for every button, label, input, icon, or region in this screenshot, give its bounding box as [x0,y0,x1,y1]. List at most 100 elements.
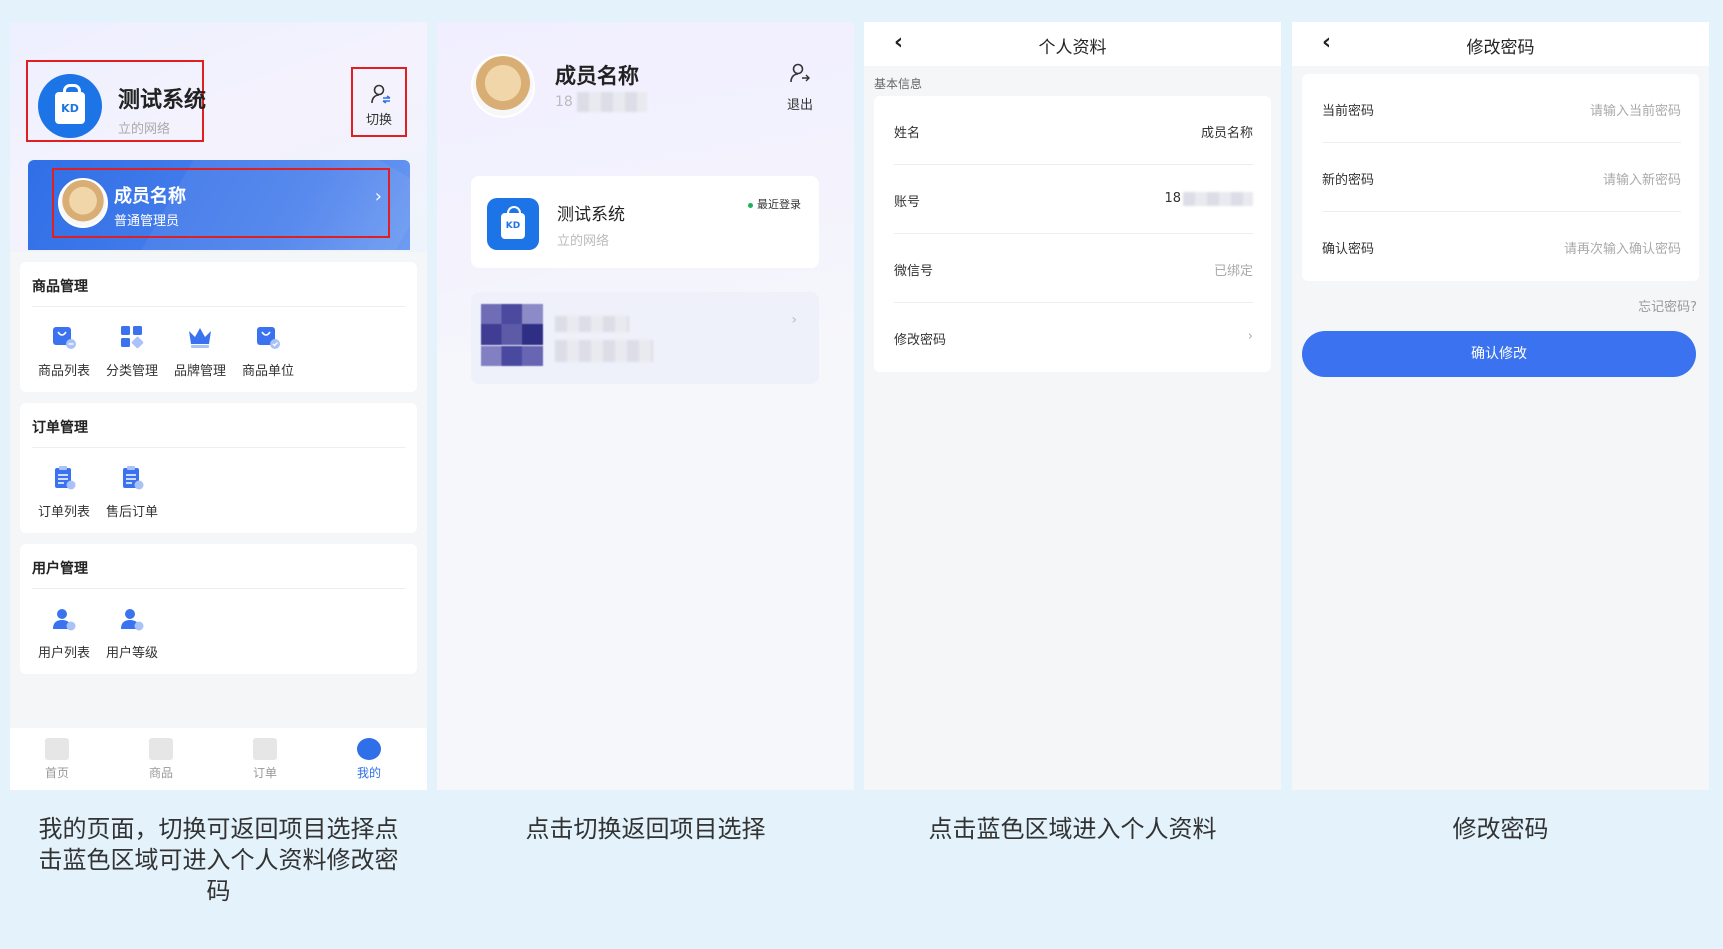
project-subtitle-blurred [555,340,653,362]
nav-bar: ‹ 个人资料 [864,22,1281,66]
password-form: 当前密码 请输入当前密码 新的密码 请输入新密码 确认密码 请再次输入确认密码 [1302,74,1699,281]
system-info[interactable]: KD 测试系统 立的网络 [26,60,207,142]
logout-icon[interactable] [789,62,811,84]
row-current-password[interactable]: 当前密码 请输入当前密码 [1322,74,1681,143]
tab-home[interactable]: 首页 [22,738,92,781]
new-password-input[interactable]: 请输入新密码 [1603,169,1681,188]
row-account: 账号 18 [894,165,1253,234]
member-name: 成员名称 [114,186,186,207]
row-confirm-password[interactable]: 确认密码 请再次输入确认密码 [1322,212,1681,281]
grid-label: 分类管理 [105,364,158,379]
caption-1: 我的页面，切换可返回项目选择点击蓝色区域可进入个人资料修改密码 [38,815,399,905]
screen-project-select: 成员名称 18 退出 KD 测试系统 立的网络 最近登录 › [437,22,854,790]
tab-orders[interactable]: 订单 [230,738,300,781]
tab-mine[interactable]: 我的 [334,738,404,781]
project-name-blurred [555,316,629,332]
grid-label: 用户列表 [37,646,90,661]
row-label: 当前密码 [1322,104,1375,119]
caption-2: 点击切换返回项目选择 [525,815,766,843]
after-sales-icon [123,466,144,490]
chevron-right-icon: › [1247,329,1253,344]
row-label: 账号 [894,195,921,210]
goods-list-icon [53,327,76,349]
clipboard-icon [253,738,277,760]
grid-item-unit[interactable]: 商品单位 [234,324,302,379]
current-password-input[interactable]: 请输入当前密码 [1590,100,1681,119]
section-title: 用户管理 [32,561,88,577]
section-orders: 订单管理 订单列表 售后订单 [20,403,417,533]
project-card-blurred[interactable]: › [471,292,819,384]
grid-item-user-level[interactable]: 用户等级 [98,606,166,661]
chevron-right-icon: › [791,312,797,328]
member-name: 成员名称 [555,64,639,88]
row-label: 姓名 [894,126,921,141]
system-logo-icon: KD [38,74,102,138]
section-users: 用户管理 用户列表 用户等级 [20,544,417,674]
row-new-password[interactable]: 新的密码 请输入新密码 [1322,143,1681,212]
forgot-password-link[interactable]: 忘记密码? [1638,296,1697,315]
member-role: 普通管理员 [114,214,180,229]
grid-item-user-list[interactable]: 用户列表 [30,606,98,661]
project-name: 测试系统 [557,205,625,225]
system-subtitle: 立的网络 [118,122,171,137]
grid-label: 商品列表 [37,364,90,379]
user-switch-icon [371,84,391,104]
project-subtitle: 立的网络 [557,234,610,249]
goods-unit-icon [257,327,280,349]
system-logo-icon: KD [487,198,539,250]
switch-button[interactable]: 切换 [351,67,407,137]
system-name: 测试系统 [118,88,207,113]
screen-mine: KD 测试系统 立的网络 切换 成员名称 普通管理员 › 商品管理 商品列表 分… [10,22,427,790]
confirm-password-input[interactable]: 请再次输入确认密码 [1564,238,1681,257]
caption-4: 修改密码 [1452,815,1549,843]
confirm-button[interactable]: 确认修改 [1302,331,1696,377]
grid-item-brand[interactable]: 品牌管理 [166,324,234,379]
bag-icon [149,738,173,760]
profile-card: 姓名 成员名称 账号 18 微信号 已绑定 修改密码 › [874,96,1271,372]
grid-label: 品牌管理 [173,364,226,379]
grid-item-order-list[interactable]: 订单列表 [30,465,98,520]
project-card[interactable]: KD 测试系统 立的网络 最近登录 [471,176,819,268]
row-value: 成员名称 [1200,126,1253,141]
section-goods: 商品管理 商品列表 分类管理 品牌管理 商品单位 [20,262,417,392]
row-change-password[interactable]: 修改密码 › [894,303,1253,372]
member-avatar [471,54,535,118]
section-title: 订单管理 [32,420,88,436]
member-card[interactable]: 成员名称 普通管理员 › [28,160,410,250]
section-hint: 基本信息 [874,77,923,91]
row-value: 18 [1164,191,1253,206]
logout-button[interactable]: 退出 [775,94,825,113]
row-wechat[interactable]: 微信号 已绑定 [894,234,1253,303]
smile-icon [357,738,381,760]
order-list-icon [55,466,76,490]
user-list-icon [53,609,76,631]
grid-label: 用户等级 [105,646,158,661]
tab-label: 首页 [44,766,69,780]
member-card-highlight[interactable]: 成员名称 普通管理员 › [52,168,390,238]
screen-change-password: ‹ 修改密码 当前密码 请输入当前密码 新的密码 请输入新密码 确认密码 请再次… [1292,22,1709,790]
user-level-icon [121,609,144,631]
grid-label: 售后订单 [105,505,158,520]
grid-item-goods-list[interactable]: 商品列表 [30,324,98,379]
grid-item-category[interactable]: 分类管理 [98,324,166,379]
grid-label: 订单列表 [37,505,90,520]
tab-label: 商品 [148,766,173,780]
tab-label: 我的 [356,766,381,780]
page-title: 修改密码 [1466,38,1535,58]
tab-label: 订单 [252,766,277,780]
grid-label: 商品单位 [241,364,294,379]
member-phone: 18 [555,92,647,112]
member-avatar [58,178,108,228]
row-label: 微信号 [894,264,934,279]
row-label: 确认密码 [1322,242,1375,257]
crown-icon [189,328,211,348]
row-label: 新的密码 [1322,173,1375,188]
tab-goods[interactable]: 商品 [126,738,196,781]
home-icon [45,738,69,760]
row-label: 修改密码 [894,333,947,348]
section-title: 商品管理 [32,279,88,295]
caption-3: 点击蓝色区域进入个人资料 [928,815,1217,843]
page-title: 个人资料 [1038,38,1107,58]
row-name: 姓名 成员名称 [894,96,1253,165]
grid-item-after-sales[interactable]: 售后订单 [98,465,166,520]
